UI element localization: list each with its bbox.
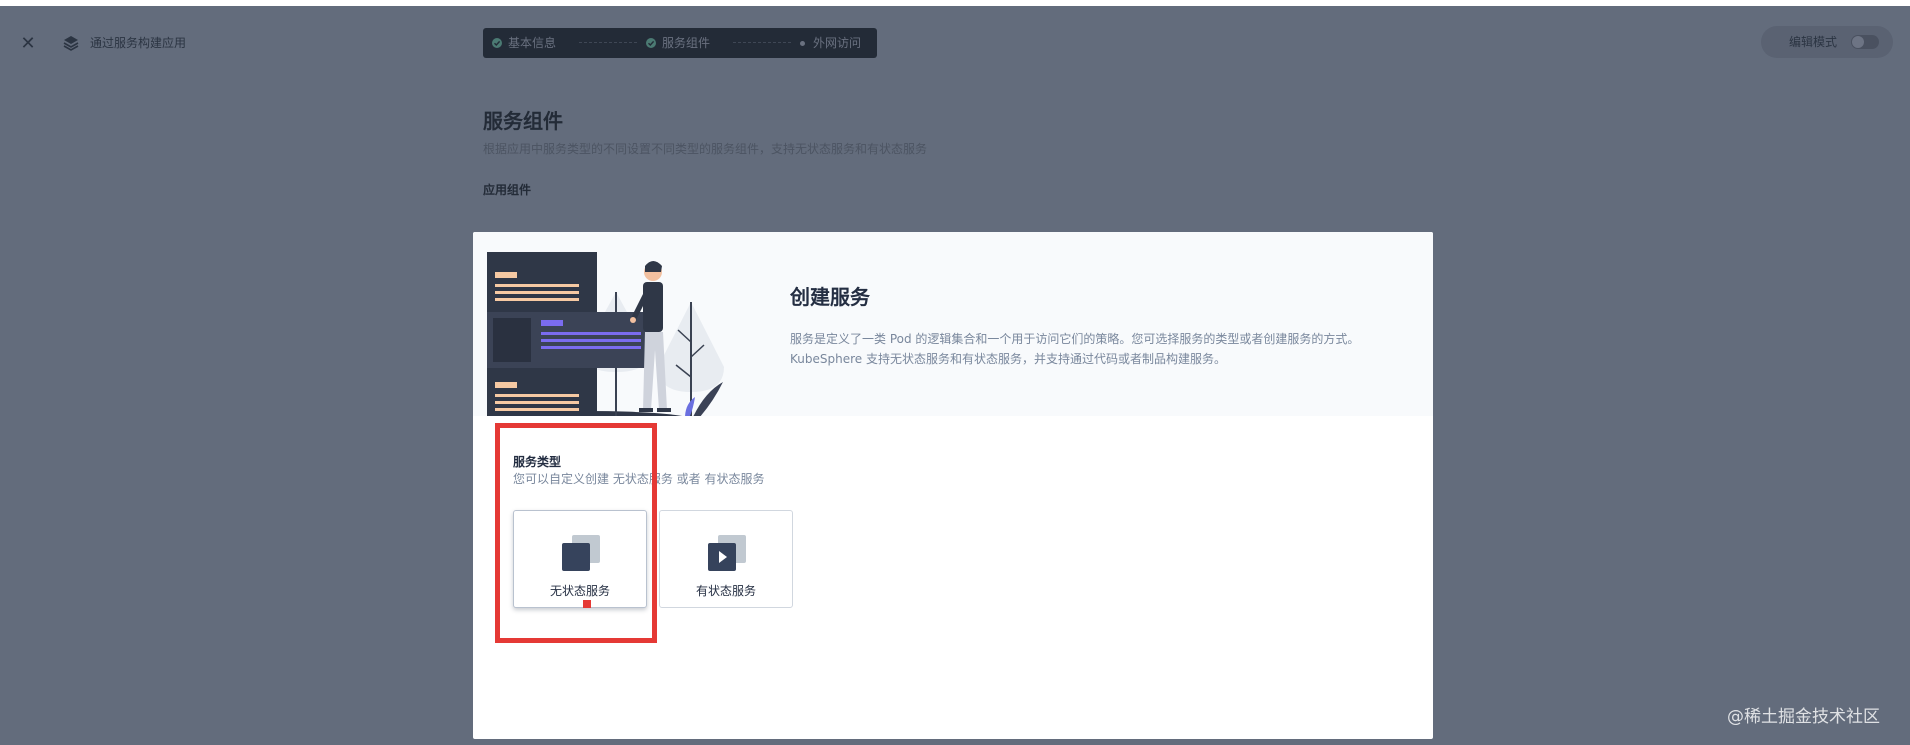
step-basic-info[interactable]: 基本信息 [492, 28, 556, 58]
stateless-service-card[interactable]: 无状态服务 [513, 510, 647, 608]
edit-mode-switch[interactable]: 编辑模式 [1761, 26, 1893, 58]
step-label: 基本信息 [508, 36, 557, 50]
stateful-service-label: 有状态服务 [695, 584, 756, 598]
stateful-service-icon [708, 535, 746, 571]
step-current-dot [800, 41, 805, 46]
create-service-modal: 创建服务 服务是定义了一类 Pod 的逻辑集合和一个用于访问它们的策略。您可选择… [473, 232, 1433, 739]
modal-title: 创建服务 [790, 285, 870, 309]
background-section-description: 根据应用中服务类型的不同设置不同类型的服务组件，支持无状态服务和有状态服务 [483, 142, 928, 156]
service-type-title: 服务类型 [513, 455, 562, 469]
watermark: @稀土掘金技术社区 [1727, 707, 1880, 727]
background-subsection-title: 应用组件 [483, 183, 532, 197]
stateless-service-icon [562, 535, 600, 571]
step-label: 服务组件 [662, 36, 711, 50]
close-icon[interactable]: ✕ [18, 34, 38, 54]
edit-mode-label: 编辑模式 [1789, 35, 1838, 49]
page-header-title: 通过服务构建应用 [90, 36, 187, 50]
service-illustration [487, 252, 724, 416]
modal-description: 服务是定义了一类 Pod 的逻辑集合和一个用于访问它们的策略。您可选择服务的类型… [790, 329, 1390, 369]
step-external-access[interactable]: 外网访问 [800, 28, 861, 58]
step-progress-bar: 基本信息 服务组件 外网访问 [483, 28, 877, 58]
step-label: 外网访问 [813, 36, 862, 50]
layers-icon [63, 36, 79, 51]
check-icon [646, 38, 656, 48]
edit-mode-toggle[interactable] [1851, 35, 1879, 49]
stateless-service-label: 无状态服务 [549, 584, 610, 598]
annotation-cursor-mark [583, 600, 591, 608]
step-connector [733, 42, 791, 43]
modal-banner: 创建服务 服务是定义了一类 Pod 的逻辑集合和一个用于访问它们的策略。您可选择… [473, 232, 1433, 416]
step-service-components[interactable]: 服务组件 [646, 28, 710, 58]
modal-description-line: 服务是定义了一类 Pod 的逻辑集合和一个用于访问它们的策略。您可选择服务的类型… [790, 332, 1360, 346]
background-section-title: 服务组件 [483, 109, 563, 133]
stateful-service-card[interactable]: 有状态服务 [659, 510, 793, 608]
step-connector [579, 42, 637, 43]
page-overlay: ✕ 通过服务构建应用 基本信息 服务组件 外网访问 编辑模式 服务组件 根据应用… [0, 6, 1910, 745]
modal-description-line: KubeSphere 支持无状态服务和有状态服务，并支持通过代码或者制品构建服务… [790, 352, 1226, 366]
service-type-description: 您可以自定义创建 无状态服务 或者 有状态服务 [513, 472, 765, 486]
check-icon [492, 38, 502, 48]
